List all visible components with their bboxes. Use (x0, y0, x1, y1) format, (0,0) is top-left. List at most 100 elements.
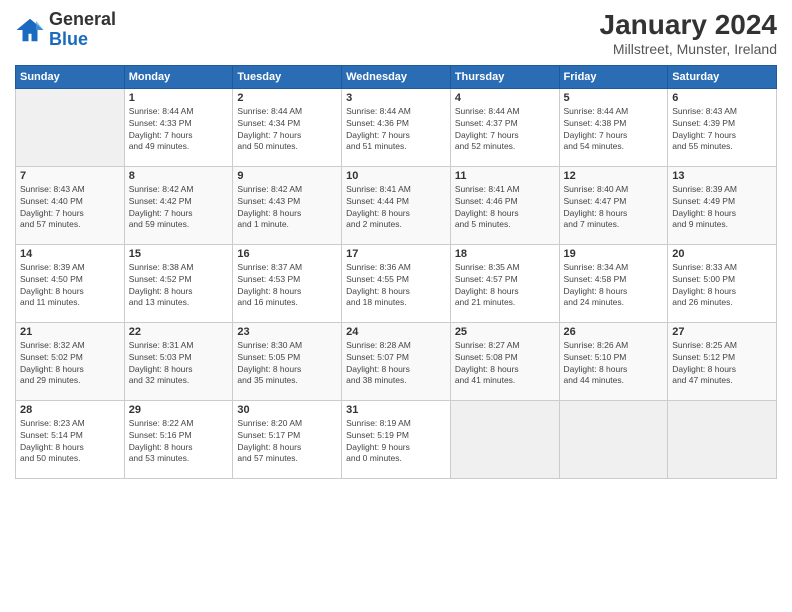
day-cell: 20 Sunrise: 8:33 AMSunset: 5:00 PMDayligh… (668, 244, 777, 322)
day-cell (559, 400, 668, 478)
day-number: 13 (672, 170, 772, 182)
day-number: 18 (455, 248, 555, 260)
day-number: 8 (129, 170, 229, 182)
day-cell: 21 Sunrise: 8:32 AMSunset: 5:02 PMDayligh… (16, 322, 125, 400)
day-number: 22 (129, 326, 229, 338)
day-cell: 4 Sunrise: 8:44 AMSunset: 4:37 PMDaylight… (450, 88, 559, 166)
day-number: 6 (672, 92, 772, 104)
day-number: 15 (129, 248, 229, 260)
logo: General Blue (15, 10, 116, 50)
calendar-header: Sunday Monday Tuesday Wednesday Thursday… (16, 65, 777, 88)
day-cell: 10 Sunrise: 8:41 AMSunset: 4:44 PMDayligh… (342, 166, 451, 244)
day-number: 7 (20, 170, 120, 182)
day-number: 30 (237, 404, 337, 416)
header: General Blue January 2024 Millstreet, Mu… (15, 10, 777, 57)
week-row-0: 1 Sunrise: 8:44 AMSunset: 4:33 PMDaylight… (16, 88, 777, 166)
day-detail: Sunrise: 8:25 AMSunset: 5:12 PMDaylight:… (672, 340, 772, 388)
day-detail: Sunrise: 8:28 AMSunset: 5:07 PMDaylight:… (346, 340, 446, 388)
day-detail: Sunrise: 8:34 AMSunset: 4:58 PMDaylight:… (564, 262, 664, 310)
week-row-1: 7 Sunrise: 8:43 AMSunset: 4:40 PMDaylight… (16, 166, 777, 244)
day-cell: 11Sunrise: 8:41 AMSunset: 4:46 PMDayligh… (450, 166, 559, 244)
day-detail: Sunrise: 8:44 AMSunset: 4:36 PMDaylight:… (346, 106, 446, 154)
day-number: 1 (129, 92, 229, 104)
day-cell: 26 Sunrise: 8:26 AMSunset: 5:10 PMDayligh… (559, 322, 668, 400)
day-detail: Sunrise: 8:19 AMSunset: 5:19 PMDaylight:… (346, 418, 446, 466)
subtitle: Millstreet, Munster, Ireland (600, 41, 777, 57)
day-detail: Sunrise: 8:44 AMSunset: 4:34 PMDaylight:… (237, 106, 337, 154)
day-number: 16 (237, 248, 337, 260)
day-number: 5 (564, 92, 664, 104)
day-cell: 13 Sunrise: 8:39 AMSunset: 4:49 PMDayligh… (668, 166, 777, 244)
day-number: 11 (455, 170, 555, 182)
day-cell: 15Sunrise: 8:38 AMSunset: 4:52 PMDayligh… (124, 244, 233, 322)
day-cell: 29Sunrise: 8:22 AMSunset: 5:16 PMDayligh… (124, 400, 233, 478)
day-detail: Sunrise: 8:31 AMSunset: 5:03 PMDaylight:… (129, 340, 229, 388)
day-detail: Sunrise: 8:41 AMSunset: 4:44 PMDaylight:… (346, 184, 446, 232)
day-cell (668, 400, 777, 478)
day-number: 9 (237, 170, 337, 182)
day-number: 20 (672, 248, 772, 260)
day-cell: 27 Sunrise: 8:25 AMSunset: 5:12 PMDayligh… (668, 322, 777, 400)
day-cell: 23Sunrise: 8:30 AMSunset: 5:05 PMDayligh… (233, 322, 342, 400)
day-number: 10 (346, 170, 446, 182)
col-wednesday: Wednesday (342, 65, 451, 88)
day-detail: Sunrise: 8:20 AMSunset: 5:17 PMDaylight:… (237, 418, 337, 466)
day-cell: 6 Sunrise: 8:43 AMSunset: 4:39 PMDaylight… (668, 88, 777, 166)
header-row: Sunday Monday Tuesday Wednesday Thursday… (16, 65, 777, 88)
day-cell: 16 Sunrise: 8:37 AMSunset: 4:53 PMDayligh… (233, 244, 342, 322)
logo-blue: Blue (49, 29, 88, 49)
col-sunday: Sunday (16, 65, 125, 88)
col-saturday: Saturday (668, 65, 777, 88)
calendar-body: 1 Sunrise: 8:44 AMSunset: 4:33 PMDaylight… (16, 88, 777, 478)
col-thursday: Thursday (450, 65, 559, 88)
day-detail: Sunrise: 8:33 AMSunset: 5:00 PMDaylight:… (672, 262, 772, 310)
day-number: 28 (20, 404, 120, 416)
day-detail: Sunrise: 8:43 AMSunset: 4:40 PMDaylight:… (20, 184, 120, 232)
logo-icon (15, 15, 45, 45)
day-detail: Sunrise: 8:27 AMSunset: 5:08 PMDaylight:… (455, 340, 555, 388)
day-cell: 17 Sunrise: 8:36 AMSunset: 4:55 PMDayligh… (342, 244, 451, 322)
day-detail: Sunrise: 8:32 AMSunset: 5:02 PMDaylight:… (20, 340, 120, 388)
day-cell: 12Sunrise: 8:40 AMSunset: 4:47 PMDayligh… (559, 166, 668, 244)
calendar-page: General Blue January 2024 Millstreet, Mu… (0, 0, 792, 612)
logo-general: General (49, 9, 116, 29)
day-cell: 22 Sunrise: 8:31 AMSunset: 5:03 PMDayligh… (124, 322, 233, 400)
day-cell: 5 Sunrise: 8:44 AMSunset: 4:38 PMDaylight… (559, 88, 668, 166)
day-number: 24 (346, 326, 446, 338)
day-cell: 30 Sunrise: 8:20 AMSunset: 5:17 PMDayligh… (233, 400, 342, 478)
day-cell: 1 Sunrise: 8:44 AMSunset: 4:33 PMDaylight… (124, 88, 233, 166)
day-cell: 18Sunrise: 8:35 AMSunset: 4:57 PMDayligh… (450, 244, 559, 322)
day-cell (450, 400, 559, 478)
day-detail: Sunrise: 8:42 AMSunset: 4:43 PMDaylight:… (237, 184, 337, 232)
day-cell: 3 Sunrise: 8:44 AMSunset: 4:36 PMDaylight… (342, 88, 451, 166)
day-cell: 2Sunrise: 8:44 AMSunset: 4:34 PMDaylight… (233, 88, 342, 166)
day-detail: Sunrise: 8:37 AMSunset: 4:53 PMDaylight:… (237, 262, 337, 310)
day-number: 3 (346, 92, 446, 104)
day-number: 27 (672, 326, 772, 338)
day-cell: 25 Sunrise: 8:27 AMSunset: 5:08 PMDayligh… (450, 322, 559, 400)
day-number: 29 (129, 404, 229, 416)
title-block: January 2024 Millstreet, Munster, Irelan… (600, 10, 777, 57)
day-detail: Sunrise: 8:36 AMSunset: 4:55 PMDaylight:… (346, 262, 446, 310)
day-detail: Sunrise: 8:42 AMSunset: 4:42 PMDaylight:… (129, 184, 229, 232)
day-number: 26 (564, 326, 664, 338)
day-detail: Sunrise: 8:30 AMSunset: 5:05 PMDaylight:… (237, 340, 337, 388)
day-detail: Sunrise: 8:44 AMSunset: 4:33 PMDaylight:… (129, 106, 229, 154)
day-detail: Sunrise: 8:44 AMSunset: 4:38 PMDaylight:… (564, 106, 664, 154)
col-friday: Friday (559, 65, 668, 88)
day-detail: Sunrise: 8:44 AMSunset: 4:37 PMDaylight:… (455, 106, 555, 154)
day-detail: Sunrise: 8:26 AMSunset: 5:10 PMDaylight:… (564, 340, 664, 388)
day-number: 25 (455, 326, 555, 338)
day-detail: Sunrise: 8:40 AMSunset: 4:47 PMDaylight:… (564, 184, 664, 232)
day-cell: 14Sunrise: 8:39 AMSunset: 4:50 PMDayligh… (16, 244, 125, 322)
day-detail: Sunrise: 8:39 AMSunset: 4:49 PMDaylight:… (672, 184, 772, 232)
day-cell: 7 Sunrise: 8:43 AMSunset: 4:40 PMDaylight… (16, 166, 125, 244)
day-detail: Sunrise: 8:43 AMSunset: 4:39 PMDaylight:… (672, 106, 772, 154)
day-number: 17 (346, 248, 446, 260)
day-number: 21 (20, 326, 120, 338)
week-row-2: 14Sunrise: 8:39 AMSunset: 4:50 PMDayligh… (16, 244, 777, 322)
day-number: 4 (455, 92, 555, 104)
logo-text: General Blue (49, 10, 116, 50)
day-number: 31 (346, 404, 446, 416)
day-detail: Sunrise: 8:39 AMSunset: 4:50 PMDaylight:… (20, 262, 120, 310)
